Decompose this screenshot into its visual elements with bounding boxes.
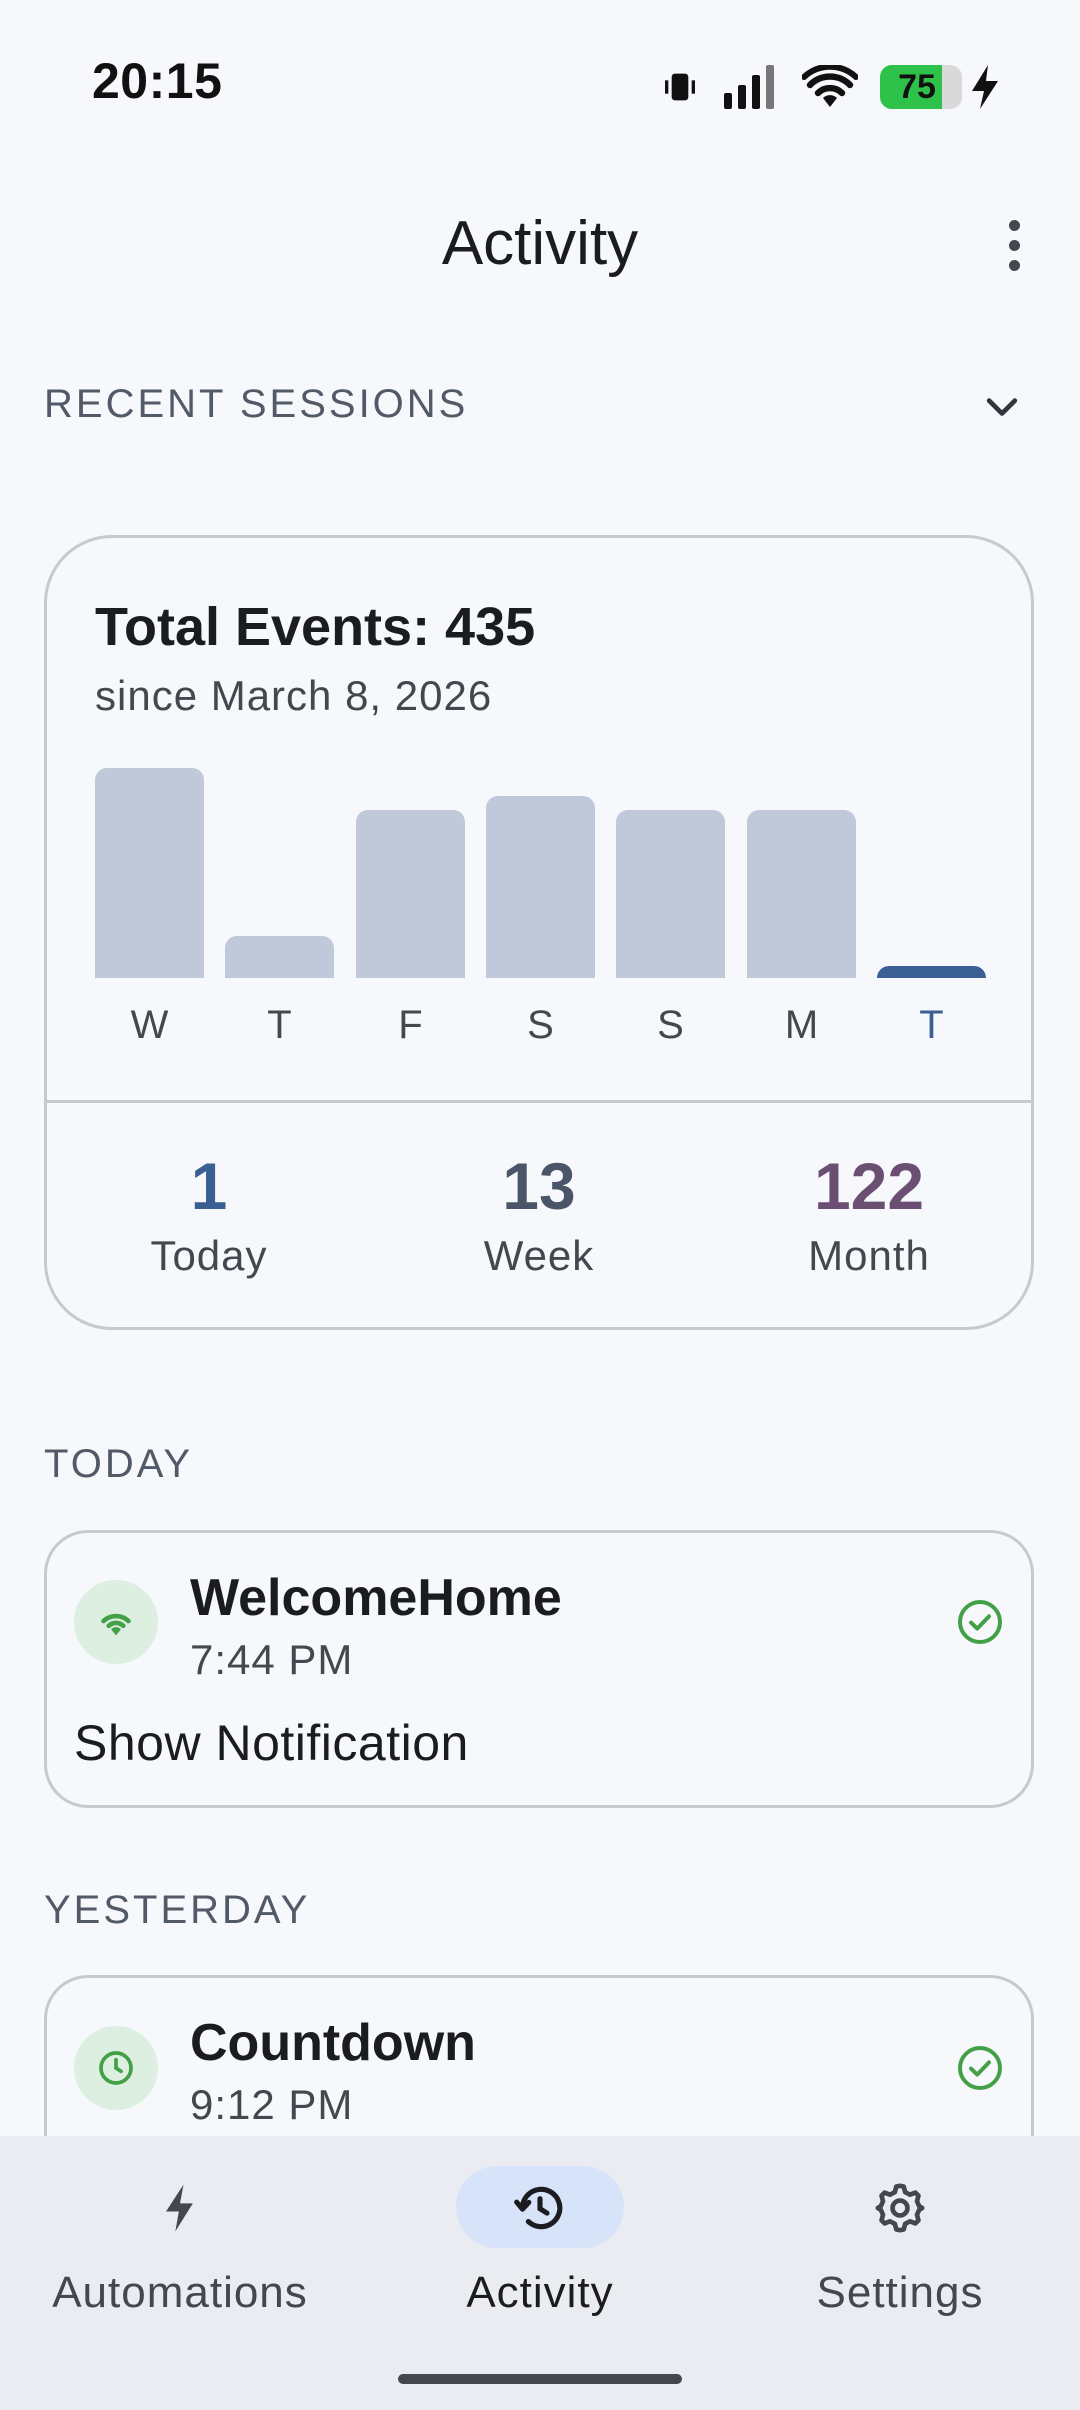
chart-day-label: W: [130, 1003, 169, 1047]
more-options-button[interactable]: [990, 215, 1038, 275]
total-events: Total Events: 435: [95, 597, 536, 657]
stat-week: 13 Week: [374, 1146, 704, 1280]
section-today: TODAY: [44, 1442, 194, 1486]
vibrate-icon: [665, 73, 695, 101]
section-yesterday: YESTERDAY: [44, 1888, 311, 1932]
chart-day-label: M: [784, 1003, 819, 1047]
nav-settings[interactable]: Settings: [720, 2136, 1080, 2410]
nav-label: Activity: [466, 2268, 614, 2317]
wifi-status-icon: [802, 65, 858, 107]
stat-today: 1 Today: [44, 1146, 374, 1280]
section-recent-sessions[interactable]: RECENT SESSIONS: [44, 382, 468, 427]
stat-value: 122: [813, 1149, 925, 1223]
charging-icon: [972, 65, 998, 109]
event-time: 9:12 PM: [190, 2081, 354, 2128]
since-date: since March 8, 2026: [95, 672, 493, 719]
chart-bar: [95, 768, 204, 978]
page-title: Activity: [441, 209, 639, 278]
stat-value: 13: [502, 1149, 576, 1223]
battery-indicator: 75: [880, 65, 962, 109]
battery-level: 75: [898, 67, 936, 106]
nav-automations[interactable]: Automations: [0, 2136, 360, 2410]
signal-icon: [724, 65, 774, 109]
history-icon: [514, 2186, 563, 2230]
chart-day-label: S: [527, 1003, 554, 1047]
home-indicator[interactable]: [398, 2374, 682, 2384]
bottom-navigation: Automations Activity Settings: [0, 2136, 1080, 2410]
nav-activity[interactable]: Activity: [360, 2136, 720, 2410]
wifi-icon: [101, 1613, 131, 1636]
chart-day-label: T: [267, 1003, 292, 1047]
stat-label: Month: [808, 1232, 930, 1279]
chart-bar: [616, 810, 725, 978]
event-icon: [74, 1580, 158, 1664]
event-action: Show Notification: [74, 1715, 469, 1771]
chevron-down-icon[interactable]: [980, 386, 1024, 430]
stat-value: 1: [190, 1149, 228, 1223]
event-name: Countdown: [190, 2014, 476, 2072]
check-circle-icon: [958, 2046, 1002, 2090]
event-icon: [74, 2026, 158, 2110]
check-circle-icon: [958, 1600, 1002, 1644]
chart-day-label: T: [919, 1003, 944, 1047]
chart-day-label: F: [398, 1003, 423, 1047]
nav-label: Settings: [816, 2268, 984, 2317]
bolt-icon: [166, 2184, 193, 2232]
event-name: WelcomeHome: [190, 1569, 562, 1627]
more-vert-icon: [1008, 219, 1020, 231]
status-icons: 75: [660, 58, 1000, 116]
chart-bar: [747, 810, 856, 978]
status-time: 20:15: [92, 53, 223, 109]
divider: [44, 1100, 1034, 1103]
chart-bar: [486, 796, 595, 978]
weekly-bar-chart: [95, 740, 986, 978]
stat-label: Today: [150, 1232, 268, 1279]
stat-label: Week: [483, 1232, 595, 1279]
stat-month: 122 Month: [704, 1146, 1034, 1280]
chart-bar: [356, 810, 465, 978]
nav-label: Automations: [52, 2268, 308, 2317]
chart-day-label: S: [657, 1003, 684, 1047]
clock-icon: [99, 2051, 133, 2085]
chart-bar: [225, 936, 334, 978]
chart-bar: [877, 966, 986, 978]
gear-icon: [875, 2183, 925, 2233]
event-time: 7:44 PM: [190, 1636, 354, 1683]
